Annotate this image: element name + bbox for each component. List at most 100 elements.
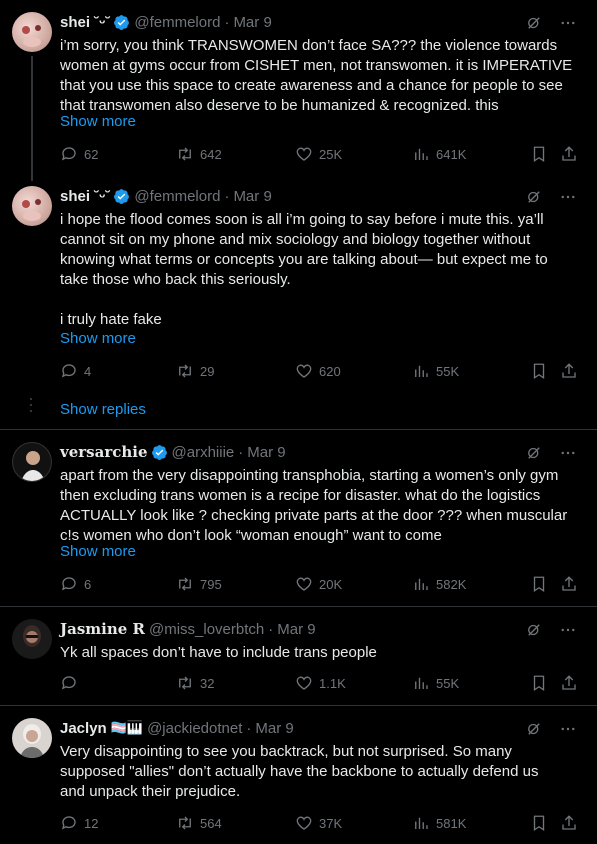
show-replies-link[interactable]: Show replies (60, 401, 146, 418)
share-icon (562, 576, 576, 591)
timestamp[interactable]: Mar 9 (233, 188, 271, 205)
tweet-line: that transwomen also deserve to be human… (60, 97, 499, 114)
tweet-1[interactable]: shei ˘ᵕ˘ @femmelord · Mar 9 i hope the f… (0, 186, 597, 386)
bookmark-button[interactable] (530, 814, 548, 832)
tweet-line: cannot sit on my phone and mix sociology… (60, 231, 531, 248)
retweet-button[interactable]: 795 (176, 575, 222, 593)
retweet-button[interactable]: 642 (176, 145, 222, 163)
user-handle[interactable]: @jackiedotnet (147, 720, 242, 737)
avatar-image-icon (22, 199, 41, 221)
share-button[interactable] (560, 575, 578, 593)
tweet-line: ACTUALLY look like ? checking private pa… (60, 507, 568, 524)
grok-icon[interactable] (525, 621, 543, 639)
tweet-0[interactable]: shei ˘ᵕ˘ @femmelord · Mar 9 i’m sorry, y… (0, 12, 597, 172)
like-button[interactable]: 25K (295, 145, 342, 163)
views-button[interactable]: 55K (412, 362, 459, 380)
timestamp[interactable]: Mar 9 (233, 14, 271, 31)
reply-button[interactable]: 62 (60, 145, 98, 163)
show-more-link[interactable]: Show more (60, 329, 136, 349)
show-more-link[interactable]: Show more (60, 542, 136, 562)
retweet-button[interactable]: 564 (176, 814, 222, 832)
reply-button[interactable]: 12 (60, 814, 98, 832)
avatar[interactable] (12, 718, 52, 758)
like-button[interactable]: 20K (295, 575, 342, 593)
like-count: 25K (319, 146, 343, 162)
more-options-icon[interactable] (559, 188, 577, 206)
views-icon (415, 677, 428, 689)
retweet-button[interactable]: 29 (176, 362, 214, 380)
views-button[interactable]: 582K (412, 575, 466, 593)
tweet-line: apart from the very disappointing transp… (60, 467, 559, 484)
user-handle[interactable]: @femmelord (134, 188, 220, 205)
tweet-line: women at gyms occur from CISHET men, not… (60, 57, 573, 74)
show-more-link[interactable]: Show more (60, 112, 136, 132)
view-count: 55K (436, 675, 460, 691)
tweet-2[interactable]: versarchie @arxhiiie · Mar 9 apart from … (0, 442, 597, 602)
avatar[interactable] (12, 12, 52, 52)
bookmark-icon (533, 675, 545, 692)
like-count: 1.1K (319, 675, 346, 691)
reply-button[interactable] (60, 674, 84, 692)
tweet-text: i’m sorry, you think TRANSWOMEN don’t fa… (60, 36, 580, 116)
more-options-icon[interactable] (559, 14, 577, 32)
user-handle[interactable]: @miss_loverbtch (149, 621, 264, 638)
like-count: 37K (319, 815, 343, 831)
retweet-count: 642 (200, 146, 222, 162)
tweet-actions: 12 564 37K 581K (60, 814, 582, 834)
share-button[interactable] (560, 814, 578, 832)
reply-button[interactable]: 4 (60, 362, 91, 380)
bookmark-button[interactable] (530, 674, 548, 692)
view-count: 582K (436, 576, 467, 592)
share-icon (562, 675, 576, 690)
user-handle[interactable]: @femmelord (134, 14, 220, 31)
retweet-button[interactable]: 32 (176, 674, 214, 692)
tweet-3[interactable]: Jasmine R @miss_loverbtch · Mar 9 Yk all… (0, 619, 597, 699)
grok-icon[interactable] (525, 720, 543, 738)
like-button[interactable]: 1.1K (295, 674, 346, 692)
tweet-header: versarchie @arxhiiie · Mar 9 (60, 442, 286, 462)
avatar[interactable] (12, 186, 52, 226)
views-icon (415, 578, 428, 590)
like-button[interactable]: 37K (295, 814, 342, 832)
grok-icon[interactable] (525, 188, 543, 206)
heart-icon (296, 364, 312, 378)
views-button[interactable]: 581K (412, 814, 466, 832)
divider (0, 429, 597, 430)
display-name[interactable]: versarchie (60, 443, 148, 461)
share-button[interactable] (560, 674, 578, 692)
more-options-icon[interactable] (559, 444, 577, 462)
timestamp[interactable]: Mar 9 (255, 720, 293, 737)
share-button[interactable] (560, 145, 578, 163)
grok-icon[interactable] (525, 14, 543, 32)
reply-icon (61, 147, 76, 161)
more-options-icon[interactable] (559, 720, 577, 738)
tweet-actions: 6 795 20K 582K (60, 575, 582, 595)
more-options-icon[interactable] (559, 621, 577, 639)
bookmark-icon (533, 815, 545, 832)
display-name[interactable]: Jaclyn (60, 720, 107, 737)
separator-dot: · (224, 187, 230, 205)
display-name[interactable]: shei ˘ᵕ˘ (60, 188, 110, 205)
bookmark-button[interactable] (530, 575, 548, 593)
grok-icon[interactable] (525, 444, 543, 462)
like-count: 20K (319, 576, 343, 592)
retweet-count: 795 (200, 576, 222, 592)
share-button[interactable] (560, 362, 578, 380)
bookmark-button[interactable] (530, 362, 548, 380)
tweet-4[interactable]: Jaclyn 🏳️‍⚧️🎹 @jackiedotnet · Mar 9 Very… (0, 718, 597, 838)
avatar[interactable] (12, 619, 52, 659)
display-name[interactable]: shei ˘ᵕ˘ (60, 14, 110, 31)
avatar[interactable] (12, 442, 52, 482)
timestamp[interactable]: Mar 9 (277, 621, 315, 638)
user-handle[interactable]: @arxhiiie (172, 444, 235, 461)
bookmark-button[interactable] (530, 145, 548, 163)
views-button[interactable]: 55K (412, 674, 459, 692)
like-button[interactable]: 620 (295, 362, 341, 380)
views-button[interactable]: 641K (412, 145, 466, 163)
reply-button[interactable]: 6 (60, 575, 91, 593)
tweet-line: supposed "allies" don’t actually have th… (60, 763, 539, 780)
tweet-line: i truly hate fake (60, 311, 162, 328)
display-name[interactable]: Jasmine R (60, 620, 145, 638)
timestamp[interactable]: Mar 9 (247, 444, 285, 461)
view-count: 641K (436, 146, 467, 162)
